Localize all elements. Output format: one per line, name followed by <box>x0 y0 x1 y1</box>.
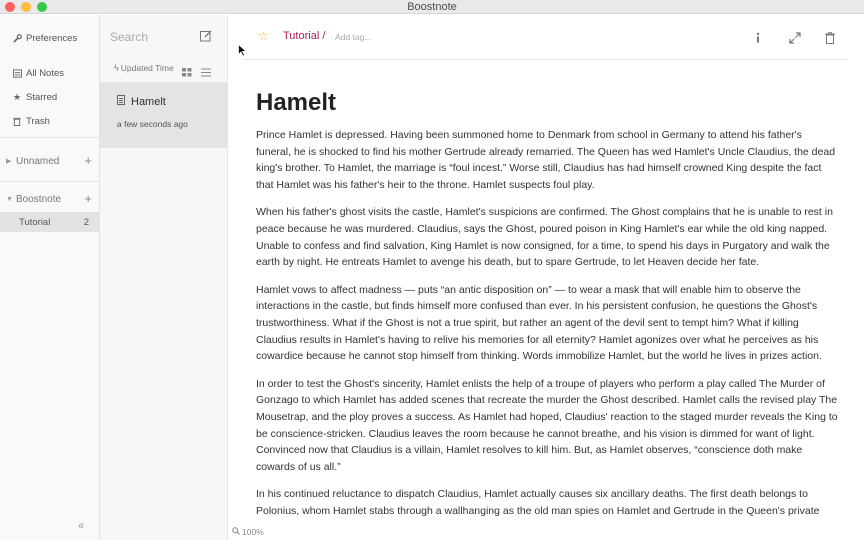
collapse-sidebar-icon[interactable]: « <box>78 520 84 532</box>
wrench-icon <box>11 33 23 43</box>
note-editor: ☆ Tutorial / Hamelt Prince Hamlet is dep… <box>228 15 864 540</box>
trash-label: Trash <box>26 115 50 127</box>
zoom-icon <box>232 527 240 537</box>
star-note-icon[interactable]: ☆ <box>258 29 269 43</box>
add-tag-input[interactable] <box>335 32 415 42</box>
add-folder-button[interactable]: + <box>84 153 92 168</box>
folder-note-count: 2 <box>83 216 89 228</box>
note-preview[interactable]: Hamelt Prince Hamlet is depressed. Havin… <box>256 89 838 530</box>
divider <box>0 137 100 138</box>
trash-icon <box>11 117 23 126</box>
note-list-item[interactable]: Hamelt a few seconds ago <box>100 82 227 148</box>
sidebar-item-all-notes[interactable]: All Notes <box>0 63 100 83</box>
info-icon[interactable] <box>753 31 763 49</box>
storage-name: Boostnote <box>16 193 62 205</box>
note-list-panel: ϟ Updated Time Hamelt a few seconds ago <box>100 15 228 540</box>
storage-unnamed[interactable]: ▶ Unnamed + <box>0 151 100 171</box>
star-icon: ★ <box>12 91 22 102</box>
storage-name: Unnamed <box>16 155 60 167</box>
sort-control[interactable]: ϟ Updated Time <box>114 63 174 73</box>
window-title: Boostnote <box>407 1 457 13</box>
note-paragraph: Hamlet vows to affect madness — puts “an… <box>256 283 822 363</box>
sidebar-item-trash[interactable]: Trash <box>0 111 100 131</box>
add-folder-button[interactable]: + <box>84 191 92 206</box>
folder-name: Tutorial <box>19 216 51 228</box>
caret-right-icon: ▶ <box>6 158 12 165</box>
zoom-level: 100% <box>242 527 264 537</box>
note-paragraph: When his father's ghost visits the castl… <box>256 206 833 269</box>
grid-view-icon[interactable] <box>182 64 192 82</box>
zoom-control[interactable]: 100% <box>230 526 266 538</box>
folder-item-tutorial[interactable]: Tutorial 2 <box>0 212 100 232</box>
search-input[interactable] <box>110 27 190 47</box>
folder-breadcrumb[interactable]: Tutorial / <box>283 30 325 42</box>
note-heading: Hamelt <box>256 89 337 116</box>
preferences-label: Preferences <box>26 32 78 44</box>
note-date: a few seconds ago <box>117 119 188 129</box>
title-bar: Boostnote <box>0 0 864 14</box>
caret-down-icon: ▼ <box>6 195 13 203</box>
all-notes-label: All Notes <box>26 67 65 79</box>
list-view-icon[interactable] <box>201 64 211 82</box>
note-paragraph: In his continued reluctance to dispatch … <box>256 488 820 518</box>
notes-icon <box>11 68 23 78</box>
new-note-icon[interactable] <box>200 29 214 43</box>
sidebar-item-starred[interactable]: ★ Starred <box>0 87 100 107</box>
note-title: Hamelt <box>131 95 166 108</box>
trash-icon[interactable] <box>825 31 835 49</box>
lightning-icon: ϟ <box>114 63 119 73</box>
sort-label: Updated Time <box>120 63 174 73</box>
storage-boostnote[interactable]: ▼ Boostnote + <box>0 189 100 209</box>
note-top-bar: ☆ Tutorial / <box>244 15 848 60</box>
document-icon <box>117 95 125 108</box>
side-nav: Preferences All Notes ★ Starred Trash ▶ … <box>0 15 100 540</box>
divider <box>0 181 100 182</box>
preferences-button[interactable]: Preferences <box>0 28 100 48</box>
note-paragraph: In order to test the Ghost's sincerity, … <box>256 377 838 474</box>
starred-label: Starred <box>26 91 58 103</box>
fullscreen-icon[interactable] <box>789 31 801 49</box>
note-paragraph: Prince Hamlet is depressed. Having been … <box>256 129 836 192</box>
mouse-cursor-icon <box>238 43 247 62</box>
